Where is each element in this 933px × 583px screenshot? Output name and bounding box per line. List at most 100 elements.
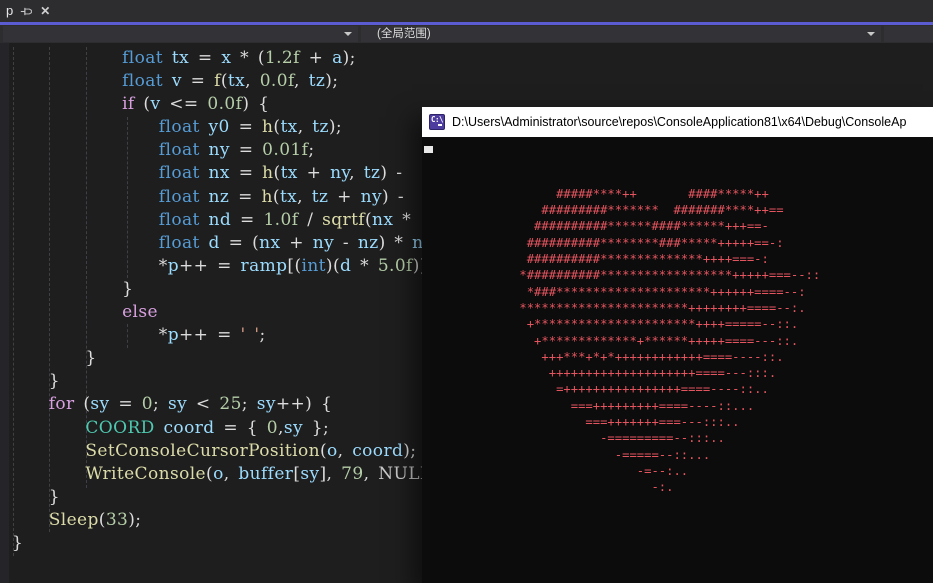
code-token: nx <box>259 233 280 253</box>
vs-ide-window: p ✕ (全局范围) float tx = <box>0 0 933 583</box>
code-token: h <box>262 187 273 207</box>
code-token: = <box>182 71 214 91</box>
code-token: Sleep <box>49 510 99 530</box>
project-dropdown[interactable] <box>3 26 358 42</box>
code-token: float <box>159 163 209 183</box>
code-token: ny <box>313 233 334 253</box>
code-token: else <box>122 302 158 322</box>
code-token: ); <box>403 441 416 461</box>
code-token: ( <box>274 163 281 183</box>
code-token: ny <box>330 163 349 183</box>
code-token: tx <box>172 48 189 68</box>
code-token: tx <box>281 163 298 183</box>
code-token: ny <box>209 140 230 160</box>
code-token: ( <box>75 394 91 414</box>
code-token: }; <box>303 418 329 438</box>
console-row: ##########******####******+++==- <box>424 218 820 234</box>
code-token: tz <box>364 163 381 183</box>
console-body[interactable]: #####****++ ####*****++ #########*******… <box>422 137 933 583</box>
code-token: COORD <box>85 418 154 438</box>
document-tab[interactable]: p ✕ <box>0 0 56 22</box>
console-row <box>424 170 820 186</box>
pin-icon[interactable] <box>20 5 33 18</box>
code-token: * <box>351 256 378 276</box>
code-line[interactable]: float tx = x * (1.2f + a); <box>0 47 933 70</box>
code-token: nz <box>209 187 230 207</box>
code-token: tx <box>280 117 297 137</box>
code-token: ++) { <box>276 394 332 414</box>
code-token: float <box>159 187 209 207</box>
code-token: nx <box>209 163 230 183</box>
member-dropdown[interactable] <box>884 26 933 42</box>
code-token: , <box>245 71 260 91</box>
code-token: 79 <box>341 464 363 484</box>
console-titlebar[interactable]: C:\ D:\Users\Administrator\source\repos\… <box>422 107 933 137</box>
code-token: nd <box>209 210 232 230</box>
code-token: SetConsoleCursorPosition <box>85 441 320 461</box>
console-row: -:. <box>424 479 820 495</box>
code-token: )( <box>326 256 340 276</box>
code-token: + <box>300 48 332 68</box>
code-token: + <box>298 163 330 183</box>
code-token: 5.0f <box>378 256 413 276</box>
code-token: 0 <box>267 418 278 438</box>
code-token: v <box>172 71 182 91</box>
code-line[interactable]: float v = f(tx, 0.0f, tz); <box>0 70 933 93</box>
console-row: -=--:.. <box>424 463 820 479</box>
console-row: #########******* #######****++== <box>424 202 820 218</box>
code-token: * ( <box>231 48 265 68</box>
scope-dropdown[interactable]: (全局范围) <box>361 26 881 42</box>
code-token: = <box>230 140 262 160</box>
code-token: a <box>332 48 343 68</box>
code-token: h <box>262 163 273 183</box>
code-token: <= <box>160 94 207 114</box>
code-token: ( <box>135 94 151 114</box>
code-token: ( <box>273 187 280 207</box>
code-token: tz <box>312 187 329 207</box>
console-row: =++++++++++++++++====----::.. <box>424 381 820 397</box>
code-token: [( <box>287 256 301 276</box>
code-token: sy <box>168 394 187 414</box>
code-token: ], <box>320 464 342 484</box>
code-token: sqrtf <box>322 210 365 230</box>
code-token: float <box>159 233 209 253</box>
code-token: 0.0f <box>260 71 294 91</box>
code-token: ( <box>221 71 228 91</box>
code-token: 0.0f <box>207 94 242 114</box>
navigation-bar: (全局范围) <box>0 25 933 43</box>
code-token: ++ = <box>179 256 241 276</box>
code-token: } <box>49 487 60 507</box>
code-token <box>155 418 164 438</box>
tab-strip: p ✕ <box>0 0 933 22</box>
code-token: tx <box>280 187 297 207</box>
console-row: -=========--:::.. <box>424 430 820 446</box>
code-token: = <box>110 394 142 414</box>
code-token: coord <box>164 418 215 438</box>
console-row: ##########********###*****+++++==-: <box>424 235 820 251</box>
code-token: , <box>297 187 312 207</box>
code-token: WriteConsole <box>85 464 206 484</box>
console-row <box>424 137 820 153</box>
code-token: * <box>159 325 168 345</box>
code-token: sy <box>257 394 276 414</box>
code-token: o <box>327 441 338 461</box>
console-row: +**********************++++=====--::. <box>424 316 820 332</box>
code-token: 25 <box>219 394 241 414</box>
code-token: ; <box>153 394 168 414</box>
code-token: , <box>294 71 309 91</box>
code-token: ramp <box>241 256 288 276</box>
console-row: +++***+*+*++++++++++++====----::. <box>424 349 820 365</box>
console-title: D:\Users\Administrator\source\repos\Cons… <box>452 107 906 137</box>
code-token: = ( <box>220 233 259 253</box>
close-icon[interactable]: ✕ <box>40 0 50 22</box>
code-token: - <box>334 233 358 253</box>
code-token: d <box>209 233 220 253</box>
tab-label: p <box>6 0 13 22</box>
code-token: = <box>231 210 263 230</box>
code-token: , <box>364 464 379 484</box>
code-token: tz <box>309 71 326 91</box>
code-token: tx <box>228 71 245 91</box>
code-token: float <box>159 140 209 160</box>
code-token: } <box>85 348 96 368</box>
code-token: * <box>159 256 168 276</box>
